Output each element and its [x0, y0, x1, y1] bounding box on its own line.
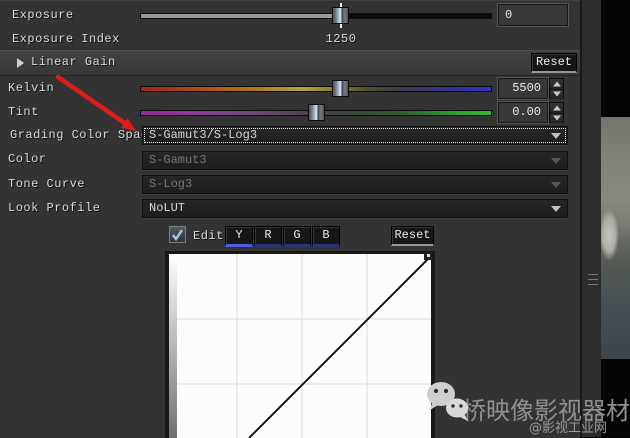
expander-triangle-icon[interactable]	[17, 58, 24, 68]
look-profile-label: Look Profile	[8, 201, 100, 215]
grading-color-space-value: S-Gamut3/S-Log3	[149, 128, 257, 142]
tint-value-field[interactable]: 0.00	[498, 102, 548, 123]
channel-g-button[interactable]: G	[283, 226, 311, 247]
channel-y-button[interactable]: Y	[225, 226, 253, 247]
tone-curve-value: S-Log3	[149, 177, 192, 191]
chevron-down-icon	[551, 206, 561, 212]
tone-curve-editor[interactable]	[165, 251, 435, 438]
kelvin-spinner-up-button[interactable]	[550, 79, 563, 90]
grading-color-space-label: Grading Color Space	[10, 128, 156, 142]
tint-label: Tint	[8, 105, 39, 119]
exposure-slider-track[interactable]	[140, 13, 492, 19]
linear-gain-group-header[interactable]: Linear Gain Reset	[0, 50, 580, 76]
channel-b-button[interactable]: B	[312, 226, 340, 247]
kelvin-spinner[interactable]	[549, 78, 564, 99]
triangle-down-icon	[553, 116, 561, 121]
tone-curve-select: S-Log3	[142, 175, 568, 194]
channel-r-button[interactable]: R	[254, 226, 282, 247]
color-label: Color	[8, 152, 47, 166]
curve-reset-button[interactable]: Reset	[391, 226, 434, 246]
chevron-down-icon	[551, 182, 561, 188]
kelvin-slider-track[interactable]	[140, 86, 492, 92]
exposure-value-field[interactable]: 0	[498, 4, 568, 26]
exposure-index-value: 1250	[319, 32, 363, 46]
exposure-slider-handle[interactable]	[332, 7, 349, 24]
exposure-label: Exposure	[12, 8, 74, 22]
look-profile-value: NoLUT	[149, 201, 185, 215]
triangle-up-icon	[553, 105, 561, 110]
color-select: S-Gamut3	[142, 151, 568, 170]
triangle-up-icon	[553, 81, 561, 86]
exposure-index-label: Exposure Index	[12, 32, 120, 46]
color-value: S-Gamut3	[149, 153, 207, 167]
kelvin-spinner-down-button[interactable]	[550, 90, 563, 100]
chevron-down-icon	[551, 133, 561, 139]
tint-slider[interactable]	[140, 103, 492, 121]
edit-label: Edit	[193, 229, 224, 243]
tint-spinner-down-button[interactable]	[550, 114, 563, 124]
grading-panel: Exposure 0 Exposure Index 1250 Linear Ga…	[0, 0, 580, 438]
linear-gain-reset-button[interactable]: Reset	[531, 53, 577, 73]
exposure-slider[interactable]	[140, 6, 492, 24]
look-profile-select[interactable]: NoLUT	[142, 199, 568, 218]
tone-curve-label: Tone Curve	[8, 177, 85, 191]
grading-color-space-select[interactable]: S-Gamut3/S-Log3	[142, 126, 568, 145]
viewer-background	[601, 0, 630, 437]
tint-spinner[interactable]	[549, 102, 564, 123]
kelvin-label: Kelvin	[8, 81, 54, 95]
watermark-credit: @影视工业网	[529, 417, 607, 436]
kelvin-slider[interactable]	[140, 79, 492, 97]
checkmark-icon	[170, 227, 185, 242]
tint-slider-handle[interactable]	[308, 104, 325, 121]
edit-checkbox[interactable]	[169, 226, 186, 243]
linear-gain-label: Linear Gain	[31, 55, 116, 69]
kelvin-value-field[interactable]: 5500	[498, 78, 548, 99]
curve-plot-area[interactable]	[169, 254, 431, 438]
tint-spinner-up-button[interactable]	[550, 103, 563, 114]
luminance-gradient-bar	[169, 254, 177, 438]
kelvin-slider-handle[interactable]	[332, 80, 349, 97]
panel-splitter[interactable]	[580, 0, 601, 437]
splitter-grip-icon[interactable]	[588, 274, 598, 288]
video-preview-sliver	[601, 117, 630, 359]
chevron-down-icon	[551, 158, 561, 164]
triangle-down-icon	[553, 92, 561, 97]
curve-endpoint-dot	[427, 254, 430, 257]
